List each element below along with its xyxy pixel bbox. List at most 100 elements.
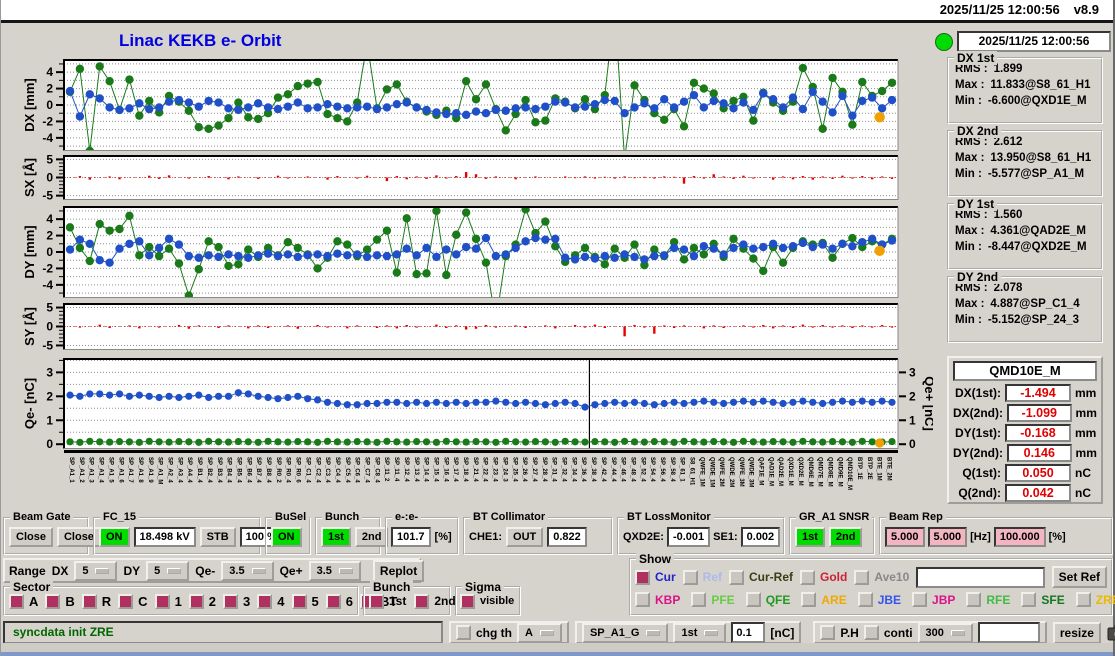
conti-label: conti <box>883 625 913 640</box>
sector-checkbox-4[interactable] <box>257 593 273 609</box>
x-axis-label: SP_C2_4 <box>314 457 321 483</box>
conti-checkbox[interactable] <box>863 625 879 640</box>
sector-checkbox-A[interactable] <box>9 593 24 609</box>
sector-checkbox-R[interactable] <box>81 593 97 609</box>
bunch-checkbox-2nd[interactable] <box>414 593 430 609</box>
x-axis-label: QWDE_2M <box>727 457 734 488</box>
x-axis-label: SP_A1_7 <box>127 457 134 483</box>
sector-checkbox-C[interactable] <box>118 593 134 609</box>
fc15-stb-button[interactable]: STB <box>199 527 236 547</box>
sigma-item-visible: visible <box>460 593 514 609</box>
x-axis-label: QWDE_3M <box>747 457 754 488</box>
sector-checkbox-1[interactable] <box>154 593 170 609</box>
show-checkbox-PFE[interactable] <box>691 592 707 607</box>
show-checkbox-ZRE[interactable] <box>1075 592 1091 607</box>
show-checkbox-JBP[interactable] <box>912 592 928 607</box>
show-label-Ref: Ref <box>702 570 723 584</box>
x-axis-label: SP_12_4 <box>402 457 409 482</box>
fc15-on-button[interactable]: ON <box>99 527 130 547</box>
svg-text:-2: -2 <box>42 114 53 128</box>
status-bar: syncdata init ZRE chg th A SP_A1_G 1st [… <box>3 619 1115 646</box>
range-qem-dropdown[interactable]: 3.5 <box>221 560 274 581</box>
bunch-dropdown[interactable]: 1st <box>673 622 727 643</box>
show-checkbox-Cur[interactable] <box>635 569 650 585</box>
x-axis-label: SP_38_4 <box>590 457 597 482</box>
show-checkbox-RFE[interactable] <box>966 592 982 607</box>
ref-name-input[interactable] <box>916 566 1045 588</box>
show-item-PFE: PFE <box>691 592 735 607</box>
dx-plot[interactable]: 4 2 0 -2 -4 DX [mm] <box>21 59 911 151</box>
x-axis-label: SP_24_3 <box>501 457 508 482</box>
beam-gate-close-button-1[interactable]: Close <box>9 527 53 547</box>
sigma-title: Sigma <box>462 580 505 594</box>
resize-button[interactable]: resize <box>1052 621 1101 644</box>
dy2-min: Min : -5.152@SP_24_3 <box>955 314 1079 326</box>
count-dropdown[interactable]: 300 <box>917 622 973 643</box>
dy-plot[interactable]: 4 2 0 -2 -4 DY [mm] <box>21 206 911 298</box>
threshold-input[interactable] <box>731 622 766 643</box>
gr-a1-snsr-group: GR_A1 SNSR 1st 2nd <box>789 511 875 555</box>
snsr-2nd-button[interactable]: 2nd <box>828 527 863 547</box>
svg-text:Qe- [nC]: Qe- [nC] <box>22 378 37 429</box>
svg-text:0: 0 <box>46 437 53 449</box>
x-axis-label: BTP_1E <box>856 457 862 480</box>
show-checkbox-Cur-Ref[interactable] <box>729 569 745 585</box>
snsr-1st-button[interactable]: 1st <box>795 527 825 547</box>
show-checkbox-SFE[interactable] <box>1021 592 1037 607</box>
sector-checkbox-B[interactable] <box>45 593 61 609</box>
bt-lossmonitor-title: BT LossMonitor <box>624 511 714 523</box>
x-axis-label: SP_B7_4 <box>255 457 262 483</box>
range-dy-dropdown[interactable]: 5 <box>146 560 190 581</box>
show-checkbox-Gold[interactable] <box>800 569 816 585</box>
device-dropdown[interactable]: SP_A1_G <box>581 622 669 643</box>
sector-checkbox-6[interactable] <box>325 593 341 609</box>
ee-ratio-readout: 101.7 <box>391 527 431 547</box>
acquisition-frame: P.H conti 300 <box>813 621 1047 644</box>
show-checkbox-JBE[interactable] <box>857 592 873 607</box>
svg-text:0: 0 <box>46 320 53 334</box>
show-item-KBP: KBP <box>635 592 680 607</box>
fc15-kv-readout: 18.498 kV <box>133 527 196 547</box>
camera-button[interactable] <box>1107 624 1115 641</box>
chg-th-checkbox[interactable] <box>456 625 471 640</box>
sigma-checkbox-visible[interactable] <box>460 593 475 609</box>
monitor-row-unit: mm <box>1075 386 1097 400</box>
che1-out-button[interactable]: OUT <box>506 527 544 547</box>
charge-plot[interactable]: 3 2 1 0 3 2 1 0 Qe- [nC] Qe+ [nC] <box>21 358 933 449</box>
sector-item-5: 5 <box>291 593 319 609</box>
svg-text:5: 5 <box>46 155 53 166</box>
ph-checkbox[interactable] <box>820 625 836 640</box>
show-checkbox-KBP[interactable] <box>635 592 650 607</box>
sector-item-3: 3 <box>223 593 250 609</box>
dx-1st-stats: DX 1st RMS :1.899 Max :11.833@S8_61_H1 M… <box>947 51 1103 124</box>
status-led <box>935 33 953 51</box>
range-dx-dropdown[interactable]: 5 <box>74 560 118 581</box>
sx-plot[interactable]: 5 0 -5 SX [Å] <box>21 155 911 200</box>
show-checkbox-Ave10[interactable] <box>854 569 870 585</box>
sy-plot[interactable]: 5 0 -5 SY [Å] <box>21 303 911 350</box>
chg-th-dropdown[interactable]: A <box>517 622 562 643</box>
sector-checkbox-5[interactable] <box>291 593 307 609</box>
monitor-row-unit: mm <box>1075 406 1097 420</box>
show-checkbox-ARE[interactable] <box>801 592 817 607</box>
show-checkbox-Ref[interactable] <box>682 569 698 585</box>
show-label-ARE: ARE <box>821 592 847 607</box>
bunch-checkbox-1st[interactable] <box>369 593 384 609</box>
x-axis-label: SP_A1_1 <box>68 457 74 483</box>
bunch-2nd-button[interactable]: 2nd <box>354 527 389 547</box>
x-axis-label: QAD2E_M <box>777 457 784 487</box>
sector-checkbox-3[interactable] <box>223 593 239 609</box>
page-title: Linac KEKB e- Orbit <box>119 31 282 50</box>
sector-checkbox-2[interactable] <box>188 593 204 609</box>
set-ref-button[interactable]: Set Ref <box>1051 566 1107 588</box>
svg-text:-2: -2 <box>42 261 53 275</box>
count-input[interactable] <box>977 622 1040 643</box>
range-qep-dropdown[interactable]: 3.5 <box>308 560 361 581</box>
dx2-min: Min : -5.577@SP_A1_M <box>955 168 1085 180</box>
show-label-KBP: KBP <box>655 592 681 607</box>
busel-on-button[interactable]: ON <box>271 527 302 547</box>
replot-button[interactable]: Replot <box>372 559 425 582</box>
show-checkbox-QFE[interactable] <box>745 592 761 607</box>
bunch-1st-button[interactable]: 1st <box>321 527 351 547</box>
fc15-group: FC_15 ON 18.498 kV STB 100 % <box>93 511 283 555</box>
